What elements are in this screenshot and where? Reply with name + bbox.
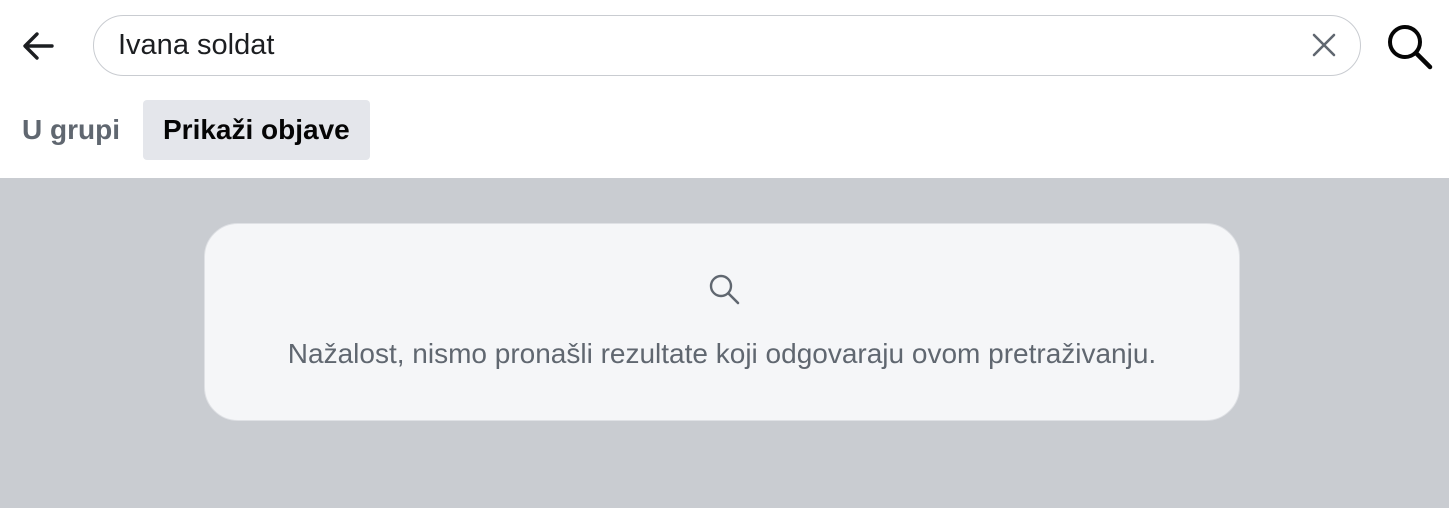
search-input[interactable] [118,16,1278,74]
arrow-left-icon [23,32,54,60]
filter-chip-show-posts[interactable]: Prikaži objave [143,100,370,160]
empty-results-card: Nažalost, nismo pronašli rezultate koji … [204,223,1240,421]
clear-search-button[interactable] [1306,27,1342,63]
search-button[interactable] [1382,19,1438,75]
empty-results-message: Nažalost, nismo pronašli rezultate koji … [287,338,1157,369]
close-icon [1312,33,1336,57]
filter-bar: U grupi Prikaži objave [0,100,370,160]
search-header: U grupi Prikaži objave [0,0,1449,178]
search-bar [93,15,1361,76]
search-icon [1388,25,1433,70]
results-area: Nažalost, nismo pronašli rezultate koji … [0,178,1449,508]
search-icon [709,274,740,305]
back-button[interactable] [14,22,62,70]
filter-chip-in-group[interactable]: U grupi [0,100,143,160]
